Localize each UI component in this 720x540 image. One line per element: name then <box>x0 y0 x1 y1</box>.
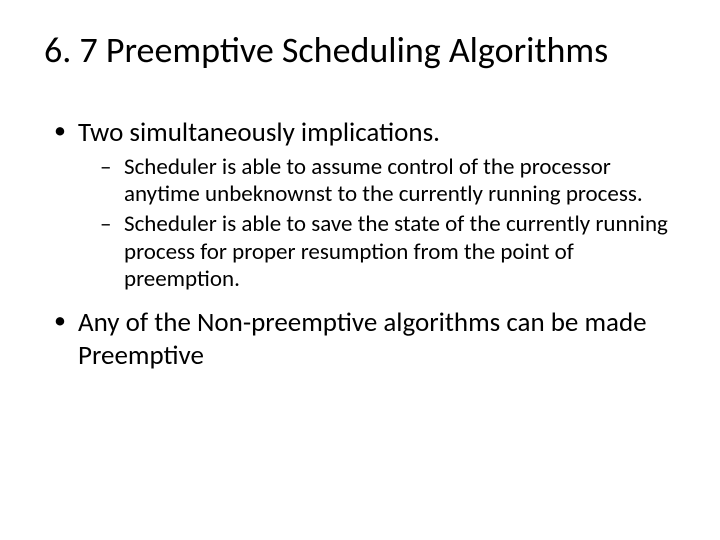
bullet-level2: Scheduler is able to save the state of t… <box>100 211 682 294</box>
bullet-level1: Any of the Non-preemptive algorithms can… <box>54 306 682 374</box>
bullet-level2: Scheduler is able to assume control of t… <box>100 154 682 209</box>
bullet-level1: Two simultaneously implications. <box>54 116 682 150</box>
slide-title: 6. 7 Preemptive Scheduling Algorithms <box>38 28 682 72</box>
spacer <box>38 296 682 306</box>
